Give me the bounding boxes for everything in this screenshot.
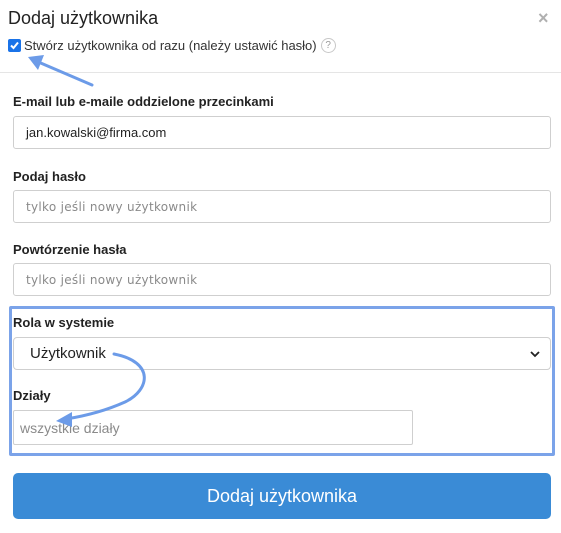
create-now-checkbox[interactable] <box>8 39 21 52</box>
create-now-label[interactable]: Stwórz użytkownika od razu (należy ustaw… <box>24 38 317 53</box>
email-field[interactable]: jan.kowalski@firma.com <box>13 116 551 149</box>
password-repeat-field[interactable]: tylko jeśli nowy użytkownik <box>13 263 551 296</box>
help-icon[interactable]: ? <box>320 38 336 53</box>
departments-label: Działy <box>13 388 51 403</box>
password-placeholder: tylko jeśli nowy użytkownik <box>26 199 198 214</box>
checkmark-icon <box>10 41 19 50</box>
divider <box>0 72 561 73</box>
arrow-to-checkbox <box>28 55 94 87</box>
create-now-row: Stwórz użytkownika od razu (należy ustaw… <box>8 38 336 53</box>
role-select[interactable]: Użytkownik <box>13 337 551 370</box>
password-repeat-placeholder: tylko jeśli nowy użytkownik <box>26 272 198 287</box>
role-label: Rola w systemie <box>13 315 115 330</box>
departments-placeholder: wszystkie działy <box>20 419 120 436</box>
add-user-button[interactable]: Dodaj użytkownika <box>13 473 551 519</box>
password-label: Podaj hasło <box>13 169 86 184</box>
close-icon[interactable]: × <box>538 8 549 29</box>
role-selected-value: Użytkownik <box>30 345 106 362</box>
chevron-down-icon <box>530 351 540 358</box>
email-label: E-mail lub e-maile oddzielone przecinkam… <box>13 94 274 109</box>
password-repeat-label: Powtórzenie hasła <box>13 242 127 257</box>
email-value: jan.kowalski@firma.com <box>26 125 167 140</box>
password-field[interactable]: tylko jeśli nowy użytkownik <box>13 190 551 223</box>
departments-field[interactable]: wszystkie działy <box>13 410 413 445</box>
dialog-title: Dodaj użytkownika <box>8 8 159 28</box>
